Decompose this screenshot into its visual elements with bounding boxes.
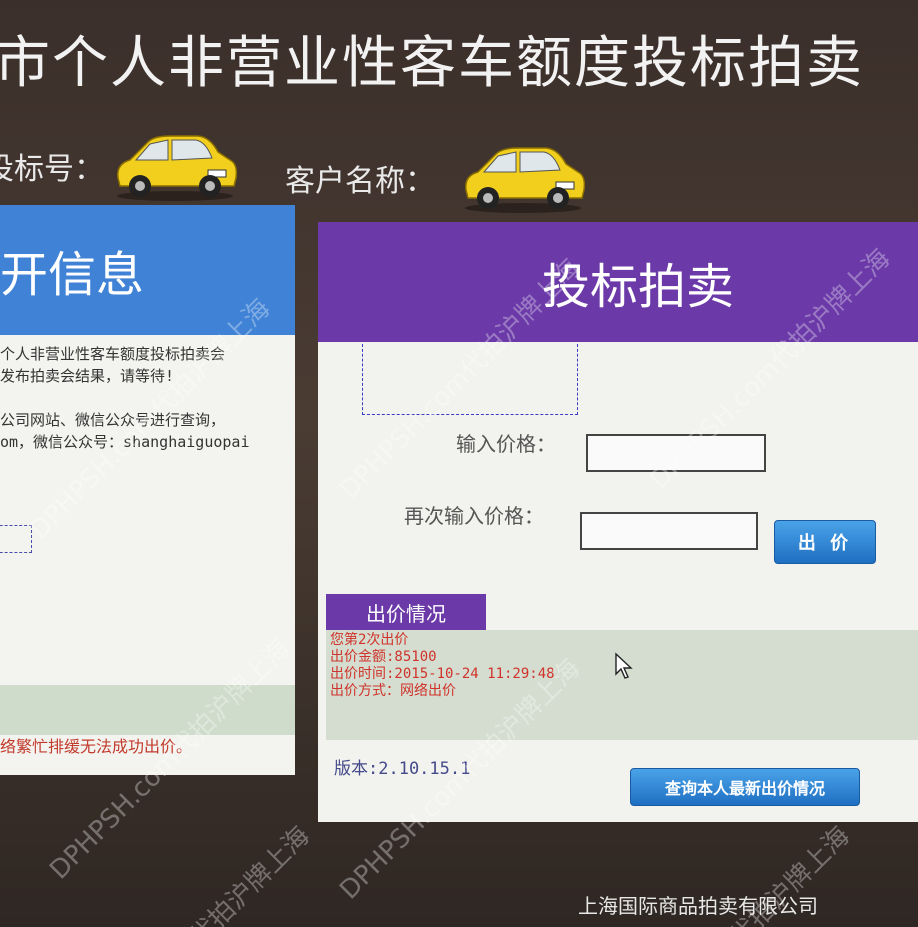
yellow-car-icon	[117, 135, 238, 201]
info-line: 个人非营业性客车额度投标拍卖会	[0, 345, 226, 363]
yellow-car-icon	[465, 147, 586, 213]
mouse-pointer-icon	[615, 652, 633, 679]
bid-button[interactable]: 出 价	[774, 520, 876, 564]
customer-name-label: 客户名称：	[285, 164, 435, 199]
public-info-heading: 开信息	[0, 205, 295, 335]
bid-auction-heading: 投标拍卖	[541, 259, 734, 315]
confirm-price-label: 再次输入价格：	[404, 504, 544, 528]
info-line: om，微信公众号：shanghaiguopai	[0, 433, 250, 451]
watermark-text: 代拍沪牌上海	[184, 820, 316, 927]
captcha-image-box	[362, 344, 578, 415]
version-label: 版本:2.10.15.1	[334, 759, 471, 779]
network-warning: 络繁忙排缓无法成功出价。	[0, 737, 193, 756]
bid-status-tab: 出价情况	[326, 594, 486, 630]
page-title: 市个人非营业性客车额度投标拍卖	[0, 31, 864, 96]
bid-status-area: 您第2次出价 出价金额:85100 出价时间:2015-10-24 11:29:…	[326, 630, 918, 740]
bid-number-label: 投标号：	[0, 152, 104, 187]
status-bar	[0, 685, 295, 735]
public-info-body: 个人非营业性客车额度投标拍卖会 发布拍卖会结果，请等待! 公司网站、微信公众号进…	[0, 335, 295, 453]
query-latest-bid-button[interactable]: 查询本人最新出价情况	[630, 768, 860, 806]
captcha-box	[0, 525, 32, 553]
info-line: 公司网站、微信公众号进行查询，	[0, 411, 226, 429]
bid-auction-panel: 投标拍卖 输入价格： 再次输入价格： 出 价 出价情况 您第2次出价 出价金额:…	[318, 222, 918, 822]
bid-method: 出价方式：网络出价	[330, 683, 456, 699]
bid-count: 您第2次出价	[330, 632, 409, 648]
price-input[interactable]	[586, 434, 766, 472]
public-info-panel: 开信息 个人非营业性客车额度投标拍卖会 发布拍卖会结果，请等待! 公司网站、微信…	[0, 205, 295, 775]
bid-auction-heading-bar: 投标拍卖	[318, 222, 918, 342]
info-line: 发布拍卖会结果，请等待!	[0, 367, 175, 385]
company-footer: 上海国际商品拍卖有限公司	[578, 894, 818, 918]
confirm-price-input[interactable]	[580, 512, 758, 550]
price-label: 输入价格：	[456, 432, 556, 456]
